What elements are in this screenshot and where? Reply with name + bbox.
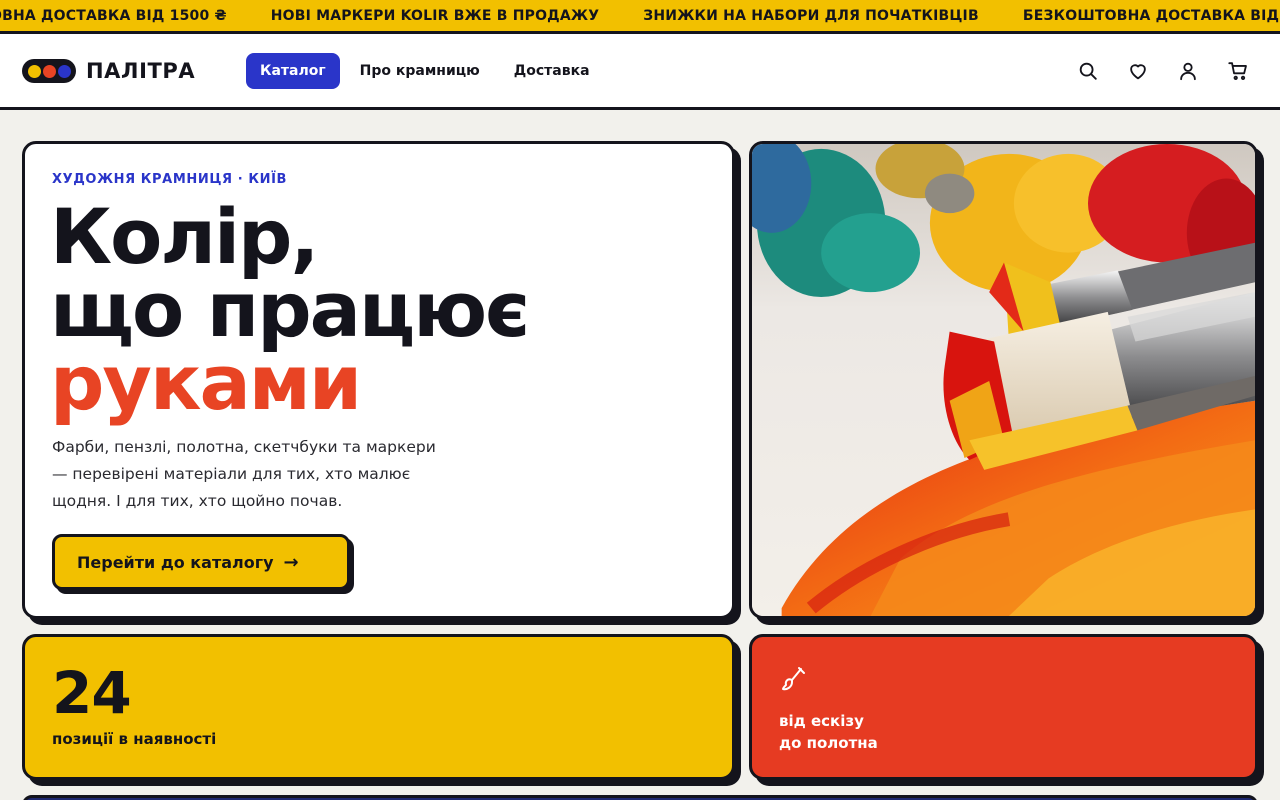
- hero-card: ХУДОЖНЯ КРАМНИЦЯ · КИЇВ Колір, що працює…: [22, 141, 735, 619]
- ticker-item: БЕЗКОШТОВНА ДОСТАВКА ВІД 150: [1022, 7, 1280, 24]
- promo-ticker: ОВНА ДОСТАВКА ВІД 1500 ₴ НОВІ МАРКЕРИ KO…: [0, 0, 1280, 34]
- logo-mark: [22, 59, 76, 83]
- stock-stat-card: 24 позиції в наявності: [22, 634, 735, 780]
- paint-brushes-illustration: [752, 144, 1255, 616]
- stock-label: позиції в наявності: [52, 730, 217, 748]
- sketch-to-canvas-card: від ескізу до полотна: [749, 634, 1258, 780]
- logo-text: ПАЛІТРА: [86, 59, 196, 83]
- user-icon[interactable]: [1176, 59, 1200, 83]
- headline-line-1: Колір,: [50, 192, 319, 281]
- ticker-track: ОВНА ДОСТАВКА ВІД 1500 ₴ НОВІ МАРКЕРИ KO…: [0, 0, 1280, 31]
- logo-dot-blue: [57, 64, 71, 78]
- stock-count: 24: [52, 659, 132, 727]
- logo[interactable]: ПАЛІТРА: [22, 59, 195, 83]
- site-header: ПАЛІТРА Каталог Про крамницю Доставка: [0, 34, 1280, 110]
- sketch-line-1: від ескізу: [779, 712, 864, 730]
- catalog-cta-button[interactable]: Перейти до каталогу →: [52, 534, 350, 590]
- nav-delivery[interactable]: Доставка: [500, 53, 604, 89]
- logo-dot-yellow: [27, 64, 41, 78]
- headline-line-3: руками: [50, 338, 362, 427]
- nav-catalog[interactable]: Каталог: [246, 53, 340, 89]
- ticker-item: НОВІ МАРКЕРИ KOLIR ВЖЕ В ПРОДАЖУ: [270, 7, 600, 24]
- ticker-item: ОВНА ДОСТАВКА ВІД 1500 ₴: [0, 7, 227, 24]
- hero-description: Фарби, пензлі, полотна, скетчбуки та мар…: [52, 438, 436, 510]
- hero-eyebrow: ХУДОЖНЯ КРАМНИЦЯ · КИЇВ: [52, 172, 288, 187]
- cta-label: Перейти до каталогу: [77, 552, 274, 572]
- sketch-text: від ескізу до полотна: [779, 710, 878, 754]
- nav-about[interactable]: Про крамницю: [346, 53, 494, 89]
- sketch-line-2: до полотна: [779, 734, 878, 752]
- logo-dot-red: [42, 64, 56, 78]
- heart-icon[interactable]: [1126, 59, 1150, 83]
- cart-icon[interactable]: [1226, 59, 1250, 83]
- header-actions: [1076, 59, 1250, 83]
- headline-line-2: що працює: [50, 265, 530, 354]
- arrow-right-icon: →: [283, 551, 299, 573]
- brush-icon: [779, 665, 807, 693]
- next-section-edge: [22, 795, 1258, 800]
- main-nav: Каталог Про крамницю Доставка: [246, 53, 610, 89]
- hero-headline: Колір, що працює руками: [50, 192, 530, 427]
- search-icon[interactable]: [1076, 59, 1100, 83]
- ticker-item: ЗНИЖКИ НА НАБОРИ ДЛЯ ПОЧАТКІВЦІВ: [643, 7, 979, 24]
- hero-image: [749, 141, 1258, 619]
